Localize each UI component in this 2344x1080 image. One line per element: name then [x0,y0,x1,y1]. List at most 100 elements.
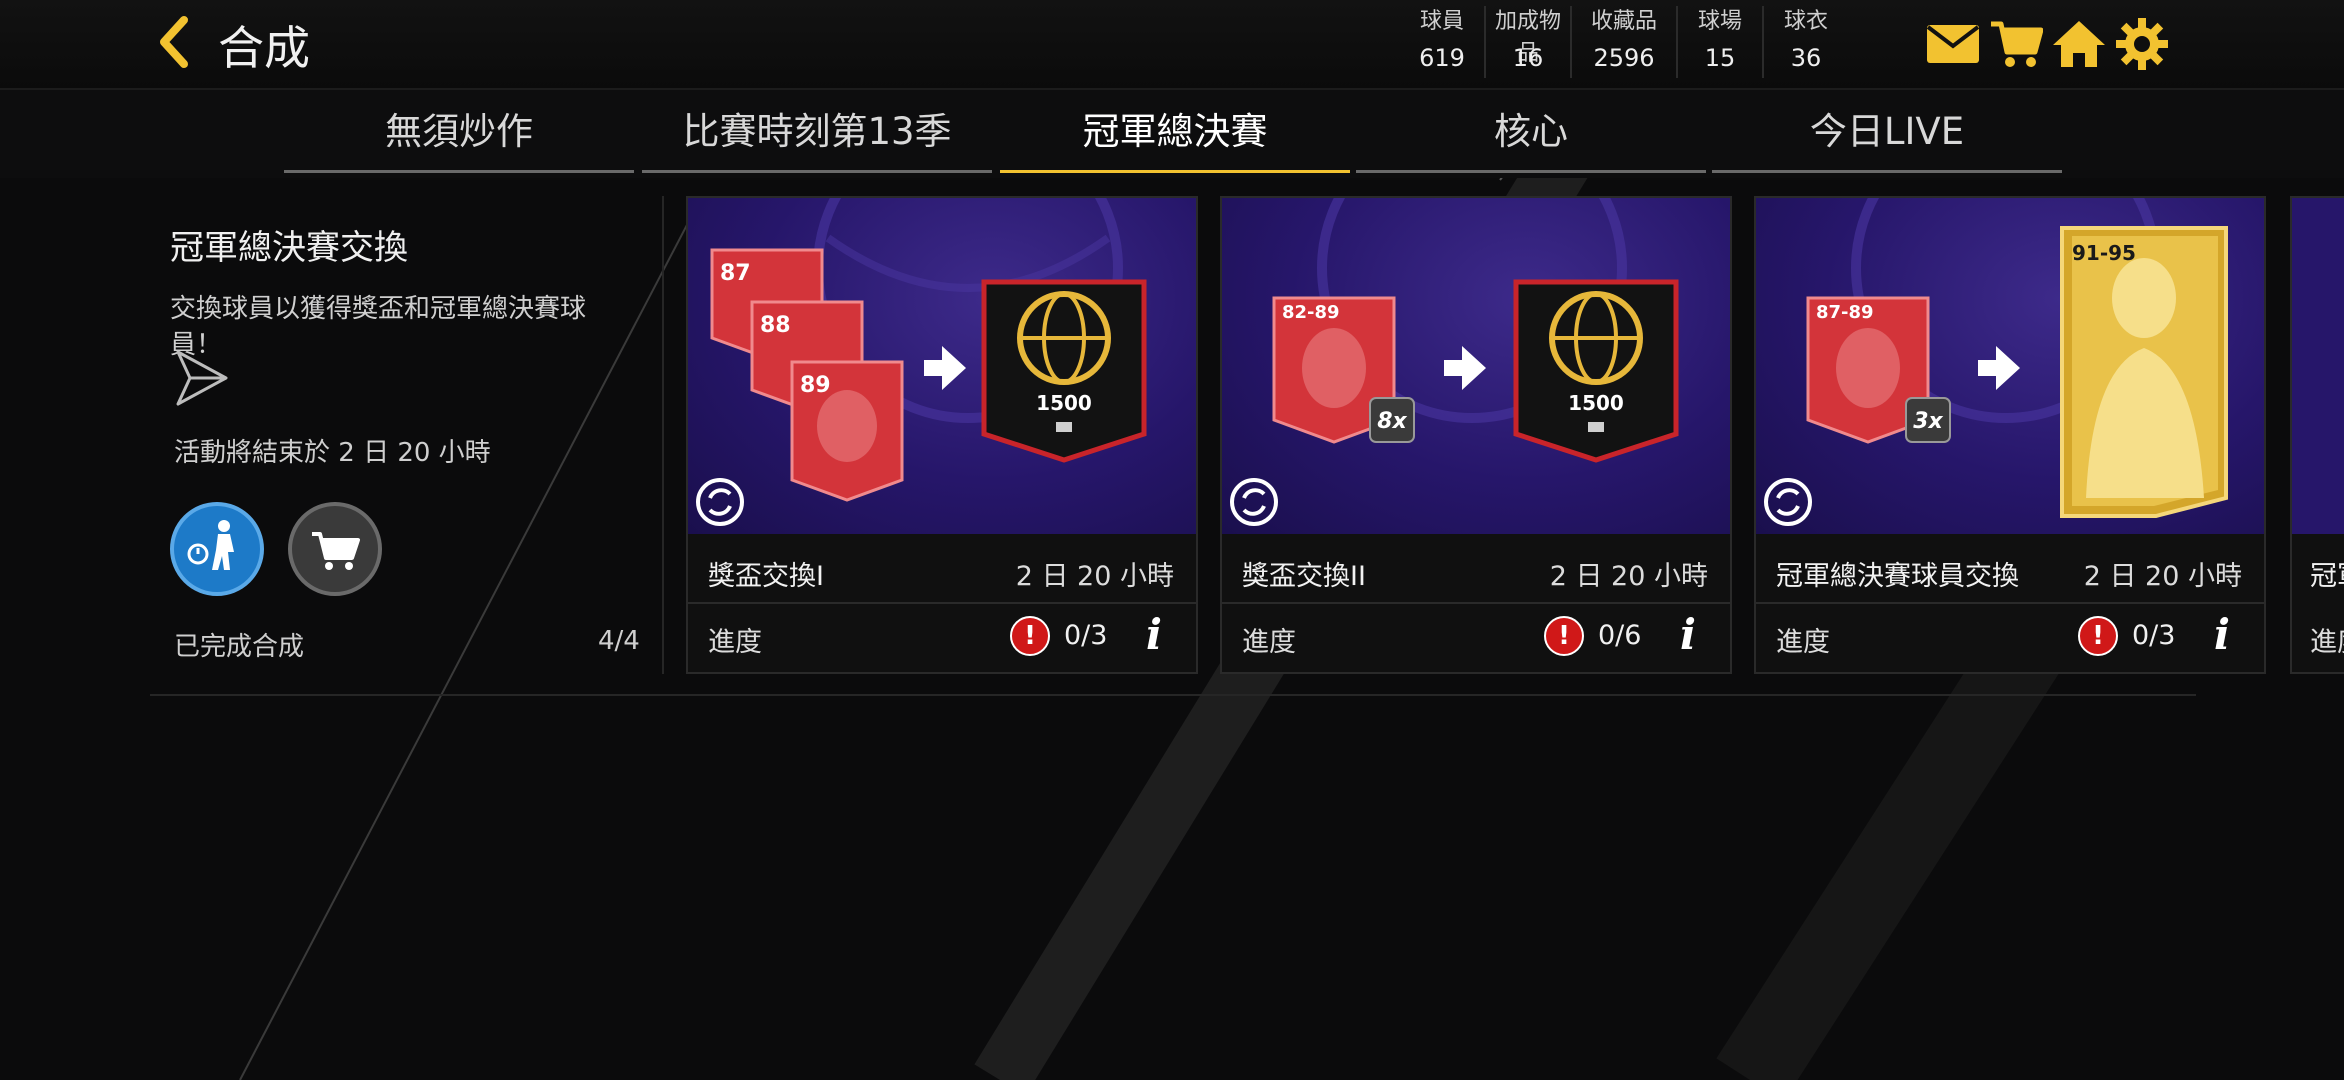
event-description: 交換球員以獲得獎盃和冠軍總決賽球員！ [170,294,587,360]
tab-core[interactable]: 核心 [1356,90,1706,173]
exchange-card[interactable]: 87 88 89 1500 獎盃交換I 2 日 20 小時 進度 ! 0/3 i [686,196,1198,674]
category-tabs: 無須炒作 比賽時刻第13季 冠軍總決賽 核心 今日LIVE [0,90,2344,178]
cart-icon [312,532,360,570]
trophy-reward-badge: 1500 [981,279,1147,463]
exchange-name: 獎盃交換I [708,561,824,592]
exchange-card[interactable]: 87-89 3x 91-95 冠軍總決賽球員交換 2 日 20 小時 進度 ! … [1754,196,2266,674]
stat-courts[interactable]: 球場 15 [1678,6,1764,78]
tab-today-live[interactable]: 今日LIVE [1712,90,2062,173]
mail-icon [1926,25,1980,63]
event-info-panel: 冠軍總決賽交換 交換球員以獲得獎盃和冠軍總決賽球員！ 活動將結束於 2 日 20… [170,200,650,662]
stat-players[interactable]: 球員 619 [1400,6,1486,78]
progress-label: 進度 [1242,627,1296,658]
home-button[interactable] [2049,14,2109,74]
completed-count: 4/4 [598,626,640,656]
stat-label: 加成物品 [1494,9,1561,66]
exchange-card-partial[interactable]: 冠軍 進度 [2290,196,2344,674]
progress-value: 0/3 [2132,620,2176,651]
stat-label: 收藏品 [1590,9,1657,34]
share-icon [176,350,228,406]
reward-range: 91-95 [2072,241,2136,265]
card-divider [1222,602,1730,604]
multiplier-badge: 3x [1905,397,1951,443]
exchange-artwork: 87-89 3x 91-95 [1756,198,2264,534]
currency-stats: 球員 619 加成物品 16 收藏品 2596 球場 15 球衣 36 [1400,6,1848,78]
arrow-right-icon [924,346,966,390]
content-divider [150,694,2196,696]
info-icon[interactable]: i [2214,610,2230,659]
exchange-time-remaining: 2 日 20 小時 [2083,561,2242,592]
store-button[interactable] [1986,14,2046,74]
exchange-artwork: 87 88 89 1500 [688,198,1196,534]
progress-label: 進度 [1776,627,1830,658]
input-range: 87-89 [1816,302,1874,323]
stat-boosts[interactable]: 加成物品 16 [1486,6,1572,78]
repeatable-icon [1230,478,1278,526]
page-title: 合成 [218,21,310,75]
home-icon [2053,21,2105,67]
reward-value: 1500 [1036,391,1092,415]
tab-moments-season-13[interactable]: 比賽時刻第13季 [642,90,992,173]
exchange-illustration: 87-89 3x 91-95 [1764,198,2228,526]
arrow-right-icon [1444,346,1486,390]
stat-value: 36 [1790,44,1822,72]
back-button[interactable] [150,12,200,72]
info-icon[interactable]: i [1680,610,1696,659]
mail-button[interactable] [1923,14,1983,74]
stat-value: 2596 [1593,44,1655,72]
store-shortcut-button[interactable] [288,502,382,596]
tab-no-hype[interactable]: 無須炒作 [284,90,634,173]
settings-gear-icon [2116,18,2168,70]
exchange-time-remaining: 2 日 20 小時 [1549,561,1708,592]
stat-label: 球員 [1419,9,1464,34]
exchange-illustration: 87 88 89 1500 [696,198,1147,526]
stat-value: 619 [1419,44,1465,72]
trophy-reward-badge: 1500 [1513,279,1679,463]
exchange-name: 獎盃交換II [1242,561,1366,592]
exchange-card[interactable]: 82-89 8x 1500 獎盃交換II 2 日 20 小時 進度 ! 0/6 … [1220,196,1732,674]
exchange-time-remaining: 2 日 20 小時 [1015,561,1174,592]
stat-label: 球場 [1697,9,1742,34]
multiplier-badge: 8x [1369,397,1415,443]
exchange-name: 冠軍 [2310,561,2344,592]
input-rating: 89 [800,373,831,398]
card-divider [688,602,1196,604]
cart-icon [1991,21,2043,67]
input-rating: 87 [720,261,751,286]
arrow-right-icon [1978,346,2020,390]
progress-value: 0/3 [1064,620,1108,651]
stat-jerseys[interactable]: 球衣 36 [1764,6,1848,78]
event-ends-text: 活動將結束於 2 日 20 小時 [174,438,491,468]
input-range: 82-89 [1282,302,1340,323]
exchange-artwork [2292,198,2344,534]
exchange-illustration: 82-89 8x 1500 [1230,198,1679,526]
warning-icon: ! [1010,616,1050,656]
multiplier: 3x [1913,409,1943,434]
repeatable-icon [696,478,744,526]
exchange-name: 冠軍總決賽球員交換 [1776,561,2019,592]
share-button[interactable] [174,348,230,408]
progress-label: 進度 [2310,627,2344,658]
event-title: 冠軍總決賽交換 [170,228,408,268]
quick-exchange-button[interactable] [170,502,264,596]
settings-button[interactable] [2112,14,2172,74]
top-bar: 合成 球員 619 加成物品 16 收藏品 2596 球場 15 球衣 36 [0,0,2344,90]
completed-label: 已完成合成 [174,632,305,662]
stat-label: 球衣 [1783,9,1828,34]
player-timer-icon [187,520,234,570]
reward-value: 1500 [1568,391,1624,415]
stat-value: 15 [1704,44,1736,72]
warning-icon: ! [2078,616,2118,656]
input-rating: 88 [760,313,791,338]
header-icons [1923,14,2175,74]
stat-collectibles[interactable]: 收藏品 2596 [1572,6,1678,78]
repeatable-icon [1764,478,1812,526]
gold-player-card: 91-95 [2060,226,2228,518]
player-card-89: 89 [790,360,904,502]
progress-label: 進度 [708,627,762,658]
warning-icon: ! [1544,616,1584,656]
card-divider [1756,602,2264,604]
stat-value: 16 [1512,44,1544,72]
tab-finals[interactable]: 冠軍總決賽 [1000,90,1350,173]
info-icon[interactable]: i [1146,610,1162,659]
